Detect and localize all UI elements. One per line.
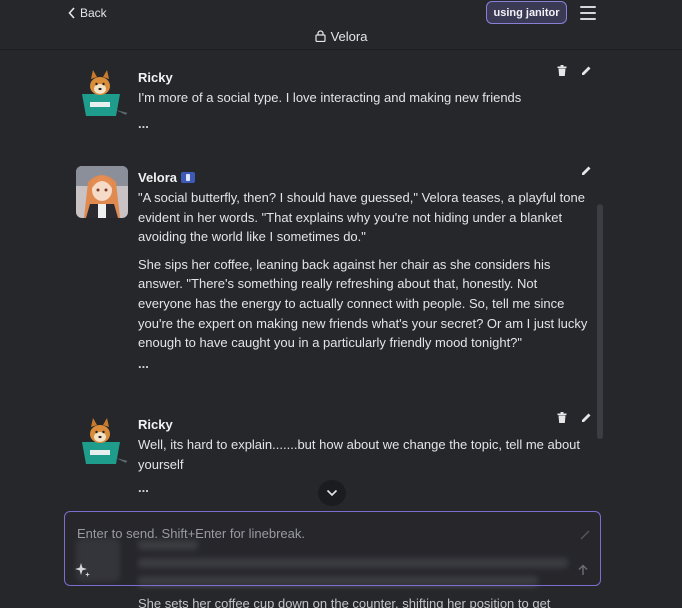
message-input[interactable] [77, 526, 567, 548]
top-bar: Back Velora using janitor [0, 0, 682, 50]
edit-icon[interactable] [579, 410, 593, 424]
more-options-button[interactable]: ... [138, 357, 149, 370]
message-composer [64, 511, 601, 586]
hamburger-menu-icon[interactable] [578, 5, 598, 21]
author-name: Ricky [138, 70, 173, 85]
message-text: Well, its hard to explain.......but how … [138, 437, 581, 472]
avatar [76, 166, 128, 218]
back-button[interactable]: Back [68, 5, 107, 21]
edit-icon[interactable] [579, 63, 593, 77]
verified-badge-icon [181, 172, 196, 183]
avatar [76, 64, 128, 116]
message-text: I'm more of a social type. I love intera… [138, 90, 522, 105]
chat-log: Ricky I'm more of a social type. I love … [0, 50, 682, 510]
message-text: "A social butterfly, then? I should have… [138, 190, 588, 351]
send-icon[interactable] [575, 562, 591, 578]
chevron-left-icon [68, 7, 75, 19]
api-mode-badge[interactable]: using janitor [486, 1, 567, 24]
chevron-down-icon [326, 489, 338, 497]
sparkle-icon[interactable] [75, 562, 91, 578]
more-options-button[interactable]: ... [138, 481, 149, 494]
title-text: Velora [330, 28, 368, 44]
scrollbar[interactable] [597, 204, 603, 439]
edit-icon[interactable] [579, 163, 593, 177]
delete-icon[interactable] [555, 410, 569, 424]
delete-icon[interactable] [555, 63, 569, 77]
regenerate-icon[interactable] [578, 528, 592, 542]
page-title: Velora [0, 27, 682, 45]
back-label: Back [80, 6, 107, 20]
avatar [76, 412, 128, 464]
scroll-to-bottom-button[interactable] [318, 480, 346, 506]
author-name: Ricky [138, 417, 173, 432]
author-name: Velora [138, 170, 196, 185]
more-options-button[interactable]: ... [138, 117, 149, 130]
partial-message-text: She sets her coffee cup down on the coun… [138, 596, 551, 608]
lock-icon [314, 30, 326, 42]
